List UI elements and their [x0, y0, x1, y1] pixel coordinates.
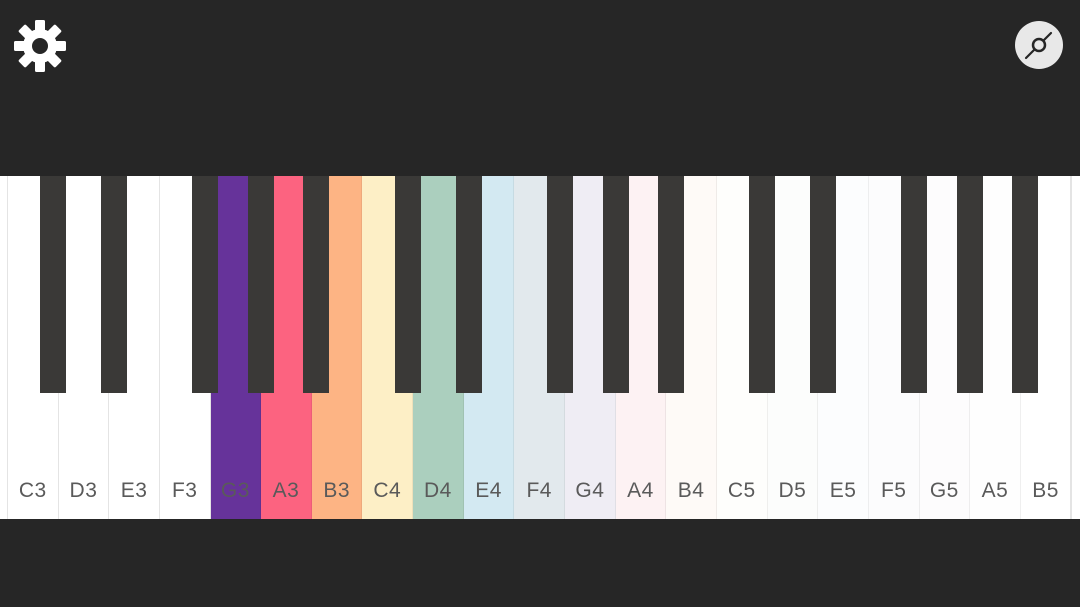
- bottom-bar: [0, 519, 1080, 607]
- vinyl-record-icon: [1015, 21, 1063, 69]
- key-label: B5: [1032, 479, 1059, 502]
- record-button[interactable]: [1014, 20, 1064, 70]
- black-key-f-sharp3[interactable]: [192, 176, 218, 393]
- key-label: E3: [120, 479, 148, 502]
- black-key-c-sharp4[interactable]: [395, 176, 421, 393]
- key-label: F4: [526, 479, 552, 502]
- key-label: G4: [575, 479, 605, 502]
- black-key-c-sharp3[interactable]: [40, 176, 66, 393]
- gear-icon: [14, 20, 66, 72]
- black-key-a-sharp5[interactable]: [1012, 176, 1038, 393]
- keyboard-left-edge: [0, 176, 8, 519]
- key-label: B3: [323, 479, 350, 502]
- key-label: C5: [727, 479, 756, 502]
- key-label: G3: [220, 479, 250, 502]
- black-key-d-sharp4[interactable]: [456, 176, 482, 393]
- key-label: C3: [18, 479, 47, 502]
- settings-button[interactable]: [13, 19, 67, 73]
- key-label: A4: [627, 479, 654, 502]
- black-key-g-sharp5[interactable]: [957, 176, 983, 393]
- black-key-g-sharp3[interactable]: [248, 176, 274, 393]
- key-label: E4: [475, 479, 502, 502]
- top-toolbar: [0, 0, 1080, 176]
- key-label: A3: [272, 479, 300, 502]
- key-label: E5: [829, 479, 857, 502]
- key-label: B4: [677, 479, 705, 502]
- piano-app: C3 D3 E3 F3 G3 A3 B3 C4 D4 E4 F4 G4 A4 B4 C5 D5 E5 F5 G5 A5…: [0, 0, 1080, 607]
- key-label: D3: [69, 479, 98, 502]
- key-label: D4: [424, 479, 452, 502]
- key-label: C4: [373, 479, 402, 502]
- black-key-f-sharp5[interactable]: [901, 176, 927, 393]
- key-label: D5: [778, 479, 807, 502]
- black-key-c-sharp5[interactable]: [749, 176, 775, 393]
- piano-keyboard: C3 D3 E3 F3 G3 A3 B3 C4 D4 E4 F4 G4 A4 B4 C5 D5 E5 F5 G5 A5…: [0, 176, 1080, 519]
- black-key-a-sharp3[interactable]: [303, 176, 329, 393]
- key-label: F5: [880, 479, 907, 502]
- key-label: F3: [171, 479, 198, 502]
- key-label: A5: [981, 479, 1009, 502]
- key-label: G5: [929, 479, 959, 502]
- black-key-g-sharp4[interactable]: [603, 176, 629, 393]
- black-key-d-sharp3[interactable]: [101, 176, 127, 393]
- black-key-d-sharp5[interactable]: [810, 176, 836, 393]
- black-key-f-sharp4[interactable]: [547, 176, 573, 393]
- keyboard-right-edge: [1071, 176, 1080, 519]
- black-key-a-sharp4[interactable]: [658, 176, 684, 393]
